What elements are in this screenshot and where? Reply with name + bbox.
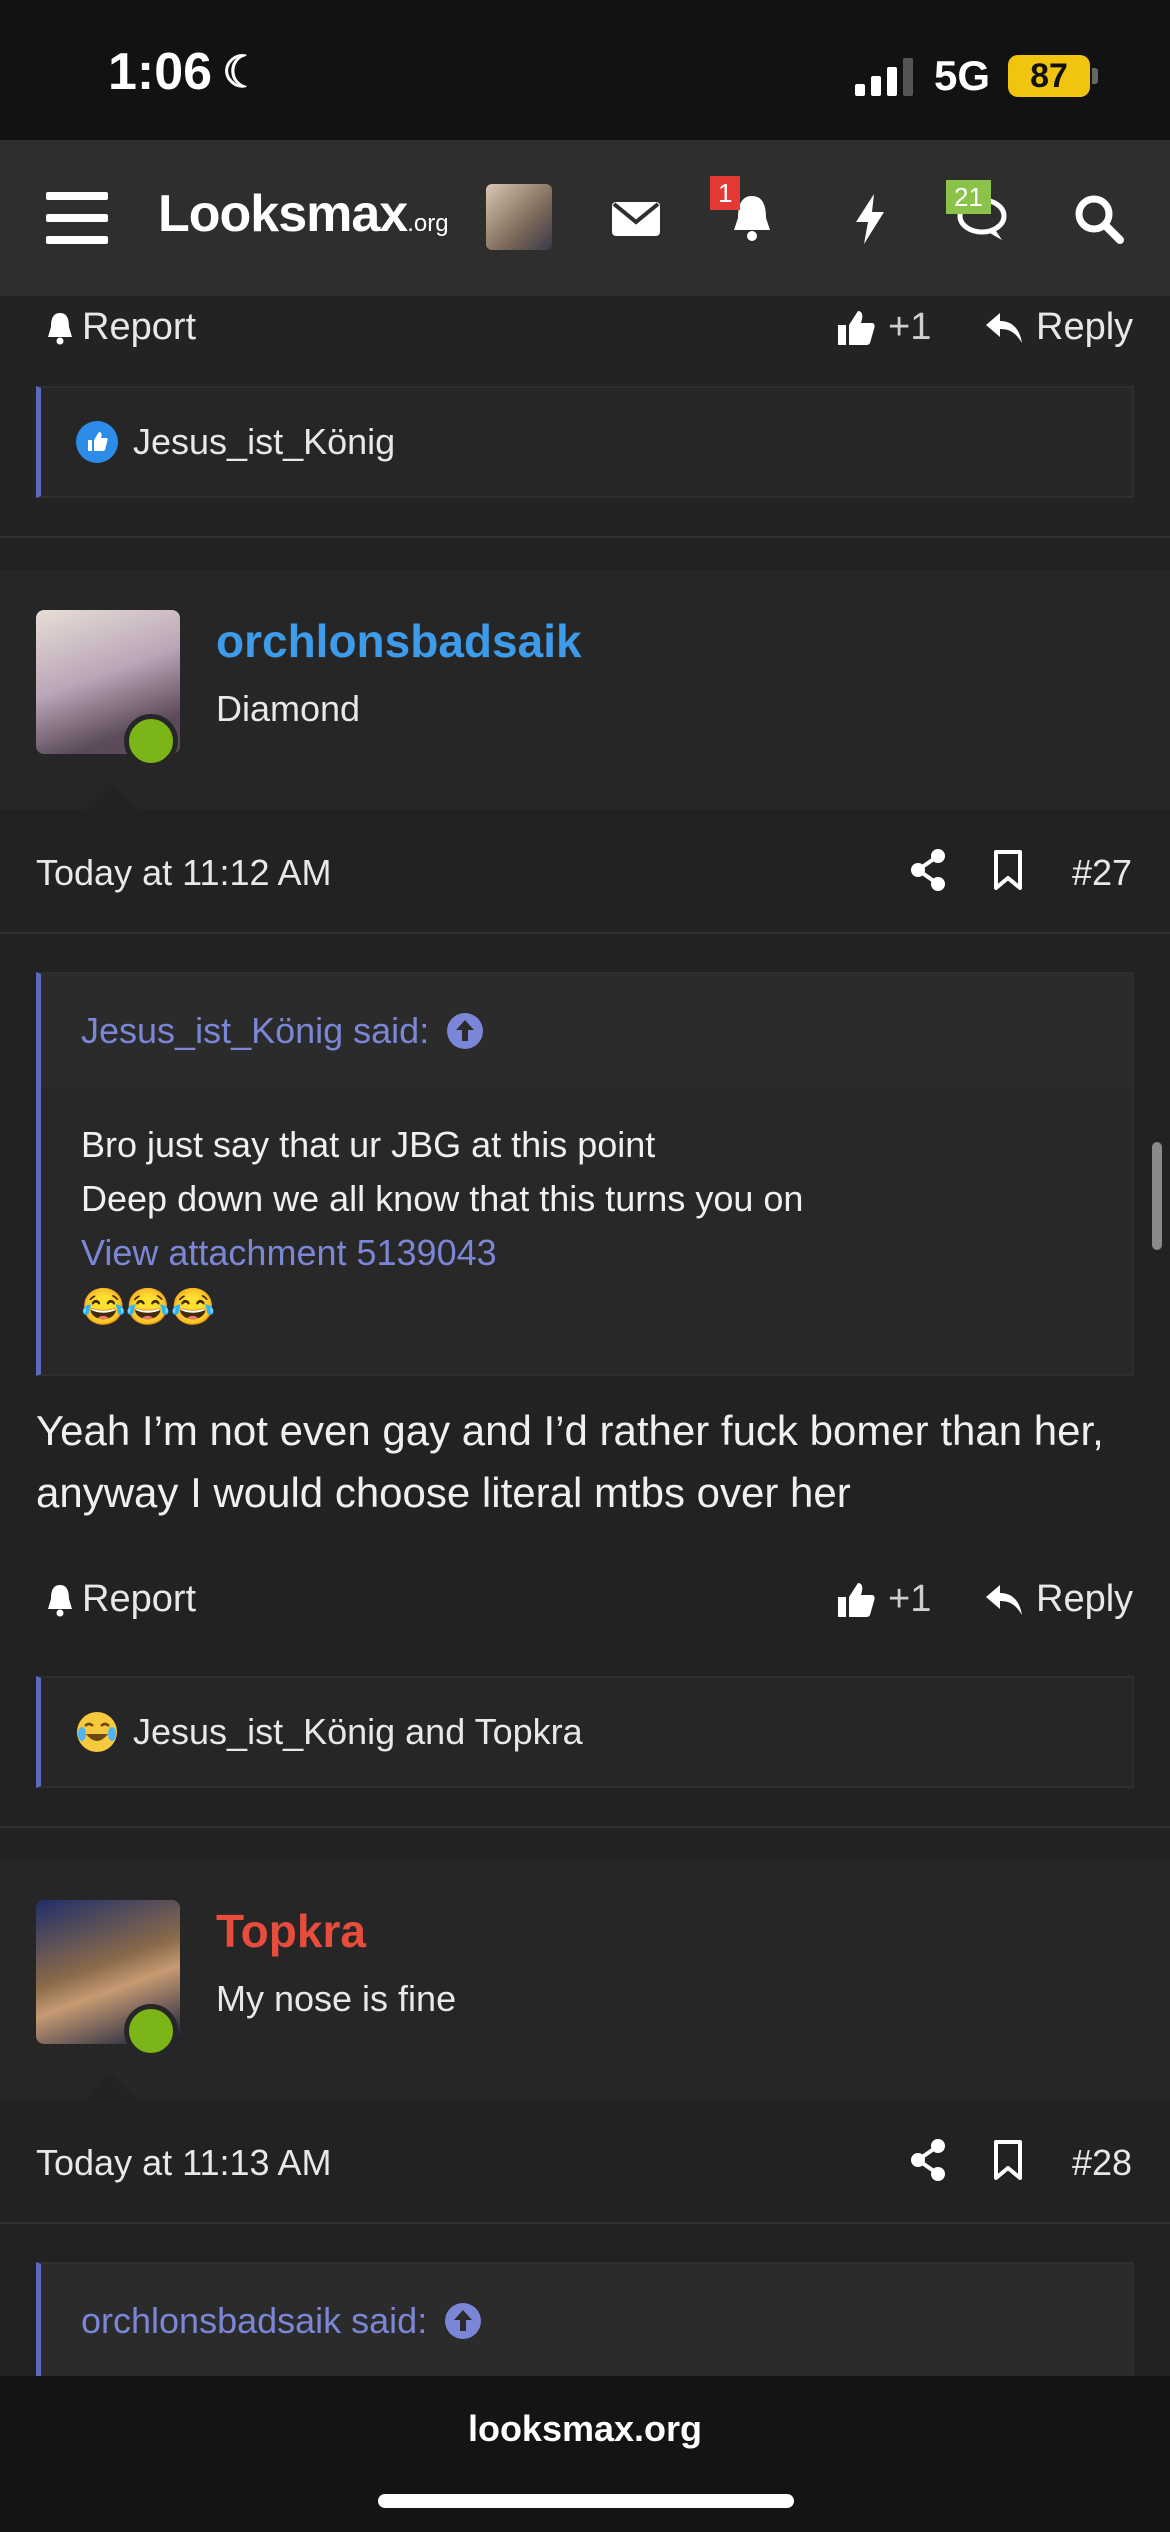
network-label: 5G — [934, 52, 991, 99]
envelope-icon[interactable] — [606, 188, 666, 248]
thumbs-up-icon — [838, 310, 875, 345]
post-date[interactable]: Today at 11:13 AM — [36, 2142, 332, 2184]
share-icon[interactable] — [908, 2138, 948, 2182]
divider — [0, 536, 1170, 538]
divider — [0, 932, 1170, 934]
online-indicator — [124, 714, 178, 768]
quote-body: Bro just say that ur JBG at this point D… — [41, 1088, 1132, 1364]
reactions-bar[interactable]: Jesus_ist_König — [36, 386, 1134, 498]
post-27-actions: Report +1 Reply — [0, 1568, 1170, 1638]
reactions-bar[interactable]: Jesus_ist_König and Topkra — [36, 1676, 1134, 1788]
bell-icon — [48, 312, 72, 344]
status-time: 1:06 ☾ — [108, 43, 262, 101]
quote-line: Deep down we all know that this turns yo… — [81, 1178, 804, 1219]
online-indicator — [124, 2004, 178, 2058]
post-28-quote: orchlonsbadsaik said: — [36, 2262, 1134, 2382]
post-28-user-panel: Topkra My nose is fine — [0, 1860, 1170, 2100]
site-logo[interactable]: Looksmax.org — [158, 184, 449, 244]
bell-icon — [48, 1584, 72, 1616]
post-27-quote: Jesus_ist_König said: Bro just say that … — [36, 972, 1134, 1376]
account-avatar[interactable] — [486, 184, 552, 250]
url-text[interactable]: looksmax.org — [0, 2408, 1170, 2450]
post-27-body: Yeah I’m not even gay and I’d rather fuc… — [36, 1407, 1104, 1516]
reply-icon — [986, 312, 1022, 343]
reply-icon — [986, 1584, 1022, 1615]
search-icon[interactable] — [1068, 188, 1128, 248]
quote-header[interactable]: Jesus_ist_König said: — [41, 974, 1132, 1088]
like-button[interactable]: +1 — [836, 1578, 931, 1621]
quote-emojis: 😂😂😂 — [81, 1286, 216, 1327]
post-number[interactable]: #28 — [1072, 2142, 1132, 2184]
bookmark-icon[interactable] — [990, 848, 1026, 892]
battery-icon: 87 — [1008, 55, 1090, 97]
quote-header[interactable]: orchlonsbadsaik said: — [41, 2264, 1132, 2378]
conversations-badge: 21 — [946, 180, 991, 214]
prev-post-footer: Report +1 Reply Jesus_ist_König — [0, 296, 1170, 536]
bookmark-icon[interactable] — [990, 2138, 1026, 2182]
report-button[interactable]: Report — [44, 1578, 196, 1621]
post-27-user-title: Diamond — [216, 688, 361, 729]
divider — [0, 1826, 1170, 1828]
reply-button[interactable]: Reply — [984, 1578, 1133, 1621]
signal-icon — [855, 58, 913, 96]
divider — [0, 2222, 1170, 2224]
arrow-up-circle-icon[interactable] — [445, 1011, 485, 1051]
like-button[interactable]: +1 — [836, 306, 931, 349]
menu-icon[interactable] — [46, 192, 108, 244]
like-reaction-icon — [76, 421, 118, 463]
battery-nub — [1092, 68, 1098, 84]
quote-author[interactable]: orchlonsbadsaik said: — [81, 2300, 427, 2342]
post-27-user-panel: orchlonsbadsaik Diamond — [0, 570, 1170, 810]
user-panel-pointer — [80, 2072, 140, 2102]
scrollbar[interactable] — [1152, 1142, 1162, 1250]
attachment-link[interactable]: View attachment 5139043 — [81, 1226, 1092, 1280]
post-28-username[interactable]: Topkra — [216, 1904, 366, 1958]
lightning-icon[interactable] — [840, 188, 900, 248]
post-number[interactable]: #27 — [1072, 852, 1132, 894]
navbar: Looksmax.org 1 21 — [0, 140, 1170, 296]
quote-author[interactable]: Jesus_ist_König said: — [81, 1010, 429, 1052]
post-27-username[interactable]: orchlonsbadsaik — [216, 614, 582, 668]
post-28-user-title: My nose is fine — [216, 1978, 457, 2019]
share-icon[interactable] — [908, 848, 948, 892]
post-date[interactable]: Today at 11:12 AM — [36, 852, 332, 894]
home-indicator[interactable] — [378, 2494, 794, 2508]
arrow-up-circle-icon[interactable] — [443, 2301, 483, 2341]
thumbs-up-icon — [838, 1582, 875, 1617]
post-27-meta: Today at 11:12 AM #27 — [0, 840, 1170, 910]
user-panel-pointer — [80, 782, 140, 812]
quote-line: Bro just say that ur JBG at this point — [81, 1124, 656, 1165]
prev-post-actions: Report +1 Reply — [0, 296, 1170, 366]
alerts-badge: 1 — [710, 176, 741, 210]
moon-icon: ☾ — [222, 47, 262, 97]
status-bar: 1:06 ☾ 5G 87 — [0, 0, 1170, 140]
browser-url-bar[interactable]: looksmax.org — [0, 2376, 1170, 2532]
reply-button[interactable]: Reply — [984, 306, 1133, 349]
laughing-emoji-icon — [77, 1712, 117, 1752]
report-button[interactable]: Report — [44, 306, 196, 349]
post-28-meta: Today at 11:13 AM #28 — [0, 2130, 1170, 2200]
